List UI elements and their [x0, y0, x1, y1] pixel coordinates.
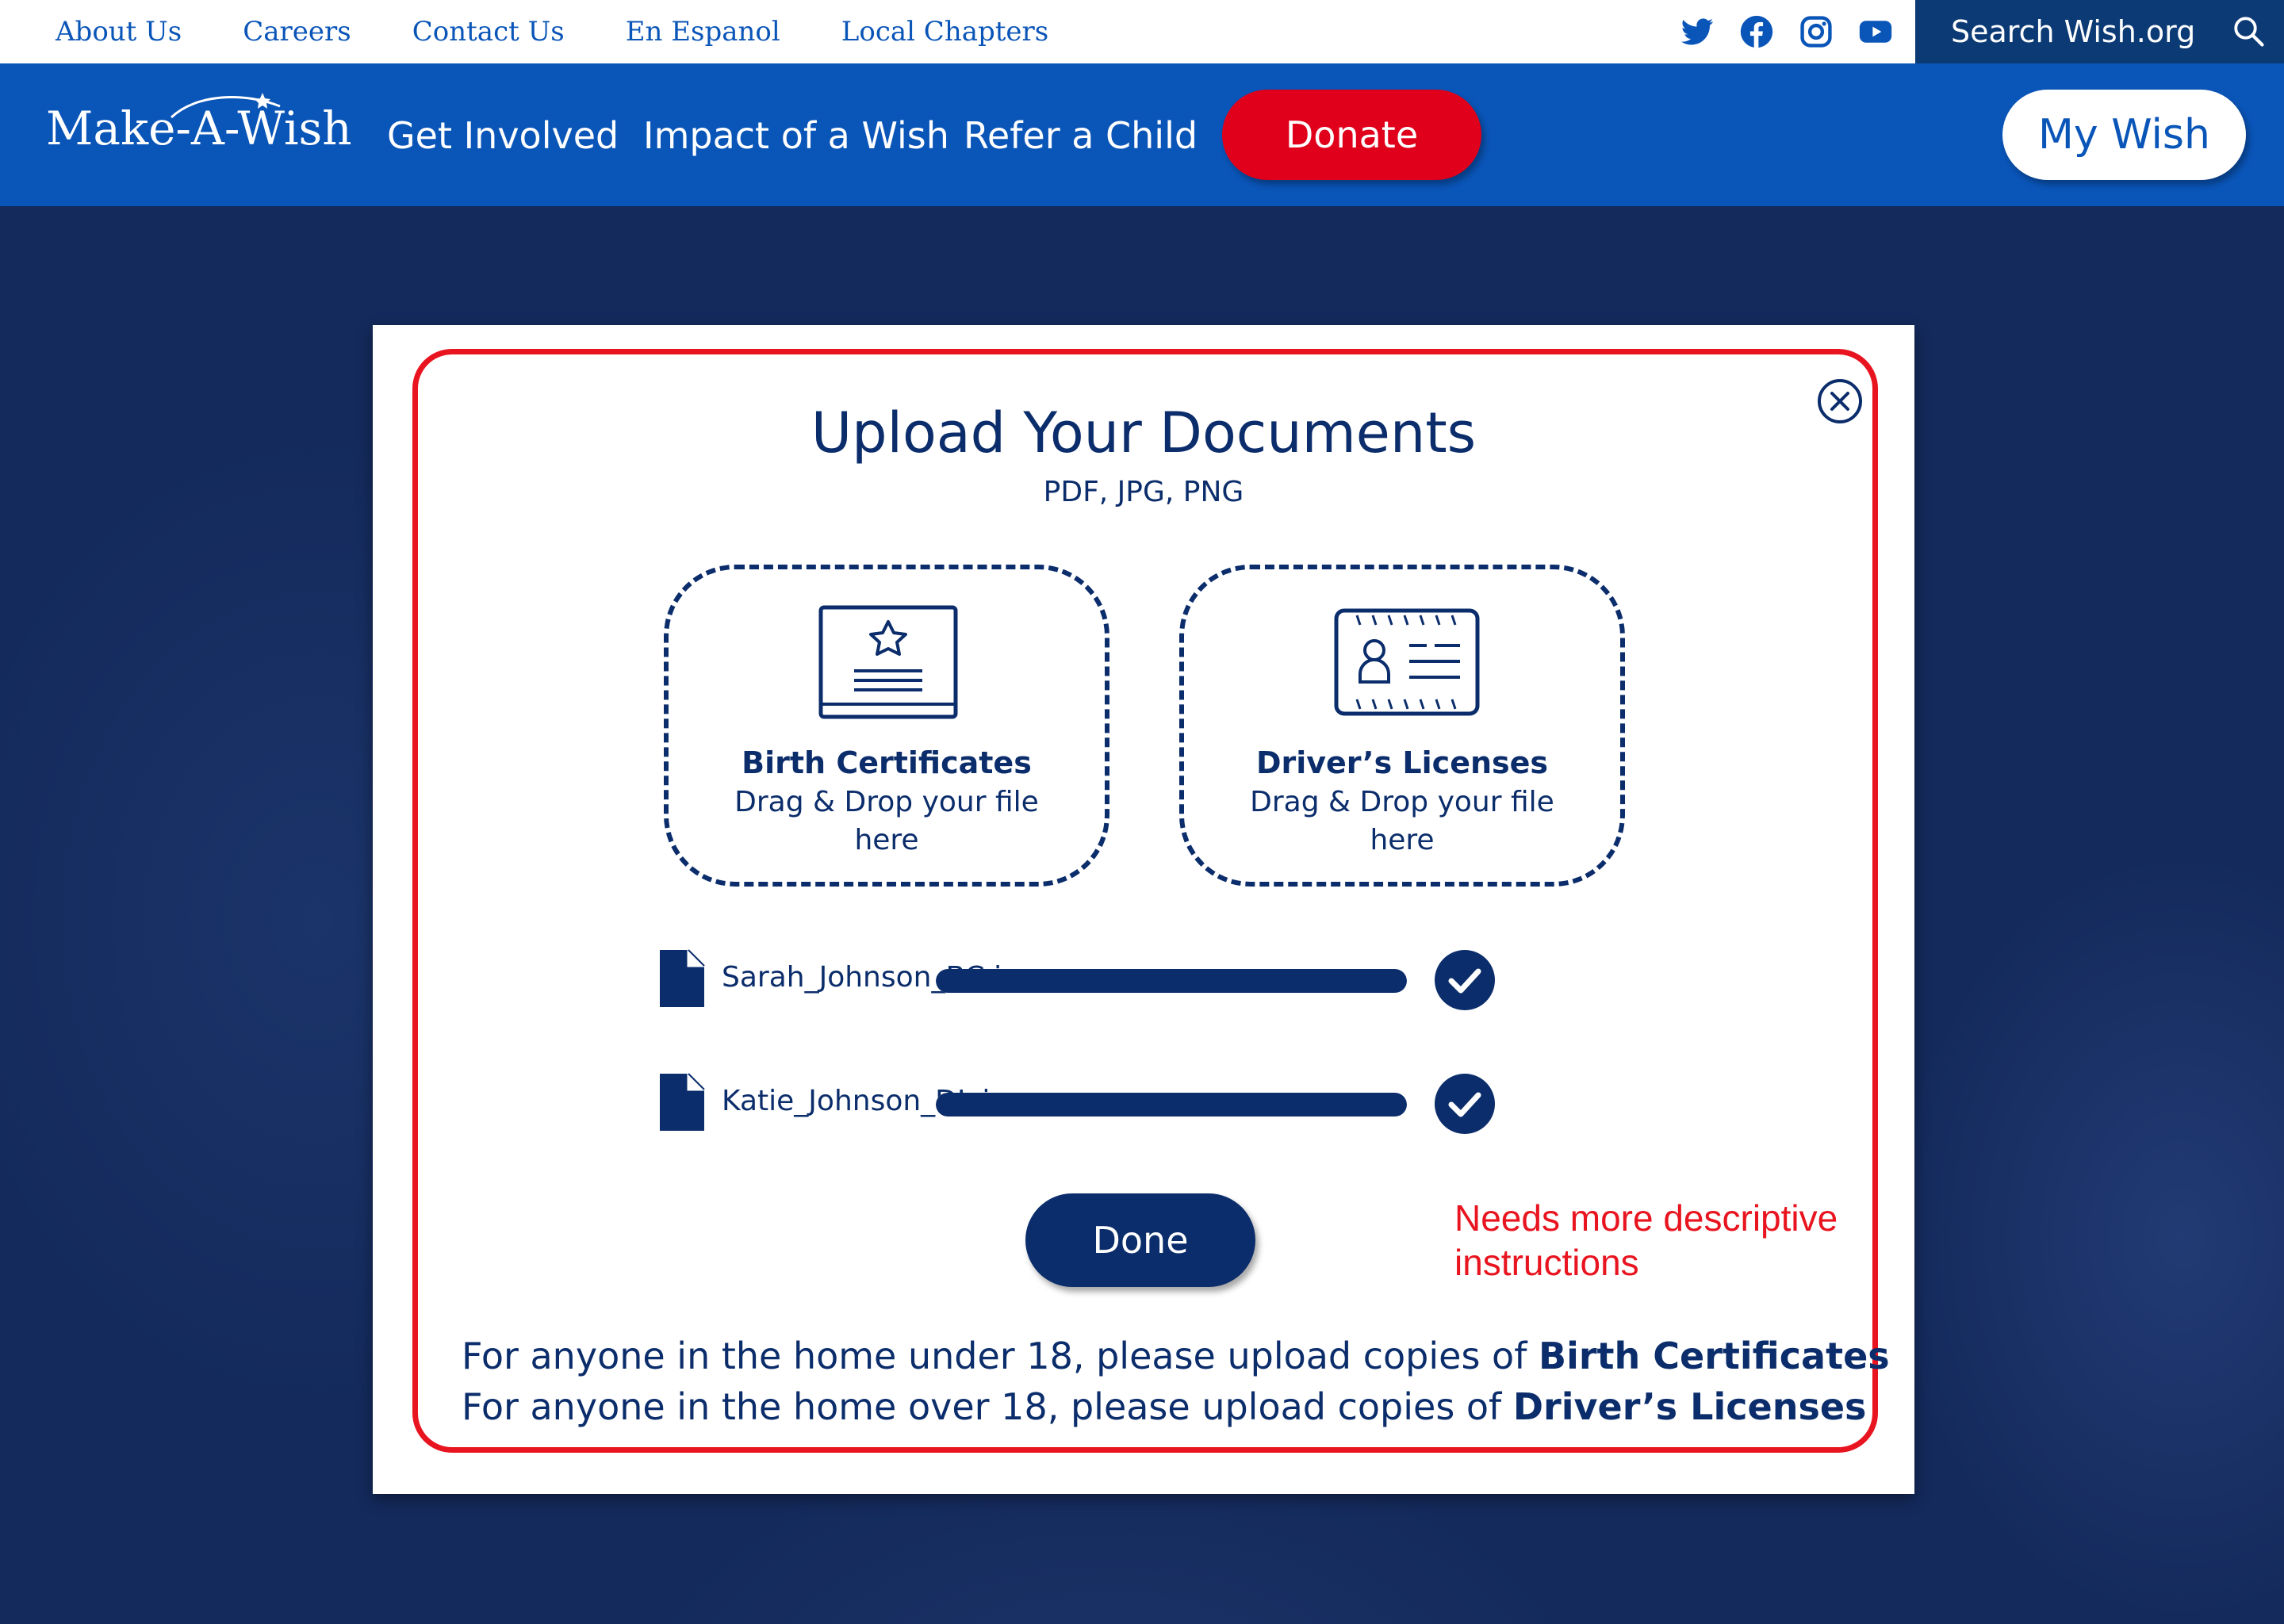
logo-swoosh-icon — [170, 93, 281, 119]
upload-progress-fill — [936, 969, 1407, 993]
facebook-icon[interactable] — [1739, 14, 1774, 49]
annotation-note: Needs more descriptive instructions — [1454, 1197, 1838, 1283]
donate-button[interactable]: Donate — [1222, 90, 1481, 180]
uploaded-file-row: Sarah_Johnson_BC.jpg — [658, 948, 1610, 1012]
dropzone-title: Birth Certificates — [742, 745, 1032, 780]
check-circle-icon — [1435, 1074, 1495, 1134]
search-icon — [2234, 17, 2264, 47]
instruction-emphasis: Birth Certificates — [1539, 1335, 1890, 1377]
modal-title: Upload Your Documents — [811, 400, 1477, 465]
utility-link-careers[interactable]: Careers — [243, 16, 351, 48]
upload-documents-modal: Upload Your Documents PDF, JPG, PNG Birt… — [373, 325, 1914, 1494]
dropzone-instruction: Drag & Drop your file here — [1250, 786, 1554, 856]
instruction-line-under-18: For anyone in the home under 18, please … — [462, 1331, 1890, 1381]
nav-get-involved[interactable]: Get Involved — [387, 114, 619, 157]
search-button[interactable]: Search Wish.org — [1915, 0, 2284, 63]
instruction-line-over-18: For anyone in the home over 18, please u… — [462, 1381, 1873, 1432]
utility-bar: About Us Careers Contact Us En Espanol L… — [0, 0, 2284, 63]
done-button[interactable]: Done — [1025, 1193, 1255, 1287]
youtube-icon[interactable] — [1858, 14, 1893, 49]
social-links — [1680, 14, 1918, 49]
utility-links: About Us Careers Contact Us En Espanol L… — [56, 0, 1109, 63]
id-card-icon — [1334, 608, 1480, 716]
twitter-icon[interactable] — [1680, 14, 1715, 49]
annotation-highlight-frame — [412, 349, 1878, 1453]
accepted-file-types: PDF, JPG, PNG — [1043, 476, 1244, 508]
utility-link-en-espanol[interactable]: En Espanol — [626, 16, 780, 48]
check-circle-icon — [1435, 950, 1495, 1010]
nav-refer-a-child[interactable]: Refer a Child — [964, 114, 1198, 157]
upload-progress-fill — [936, 1093, 1407, 1116]
file-icon — [660, 1073, 705, 1131]
utility-link-about-us[interactable]: About Us — [56, 16, 182, 48]
upload-instructions: For anyone in the home under 18, please … — [462, 1331, 1890, 1432]
my-wish-button[interactable]: My Wish — [2002, 90, 2246, 180]
instruction-text: For anyone in the home over 18, please u… — [462, 1385, 1513, 1428]
dropzone-birth-certificates[interactable]: Birth Certificates Drag & Drop your file… — [664, 565, 1109, 887]
uploaded-file-row: Katie_Johnson_DL.jpg — [658, 1072, 1610, 1136]
upload-progress-bar — [936, 969, 1407, 993]
utility-link-contact-us[interactable]: Contact Us — [412, 16, 565, 48]
certificate-icon — [818, 605, 958, 719]
instruction-emphasis: Driver’s Licenses — [1512, 1385, 1867, 1428]
file-icon — [660, 949, 705, 1007]
dropzone-title: Driver’s Licenses — [1255, 745, 1549, 780]
nav-impact-of-a-wish[interactable]: Impact of a Wish — [643, 114, 949, 157]
instruction-text: For anyone in the home under 18, please … — [462, 1335, 1539, 1377]
instagram-icon[interactable] — [1799, 14, 1834, 49]
upload-progress-bar — [936, 1093, 1407, 1116]
utility-link-local-chapters[interactable]: Local Chapters — [841, 16, 1048, 48]
search-label: Search Wish.org — [1951, 14, 2196, 49]
main-nav: Make-A-Wish Get Involved Impact of a Wis… — [0, 63, 2284, 206]
make-a-wish-logo[interactable]: Make-A-Wish — [46, 93, 352, 155]
dropzone-drivers-licenses[interactable]: Driver’s Licenses Drag & Drop your file … — [1179, 565, 1625, 887]
dropzone-instruction: Drag & Drop your file here — [734, 786, 1039, 856]
